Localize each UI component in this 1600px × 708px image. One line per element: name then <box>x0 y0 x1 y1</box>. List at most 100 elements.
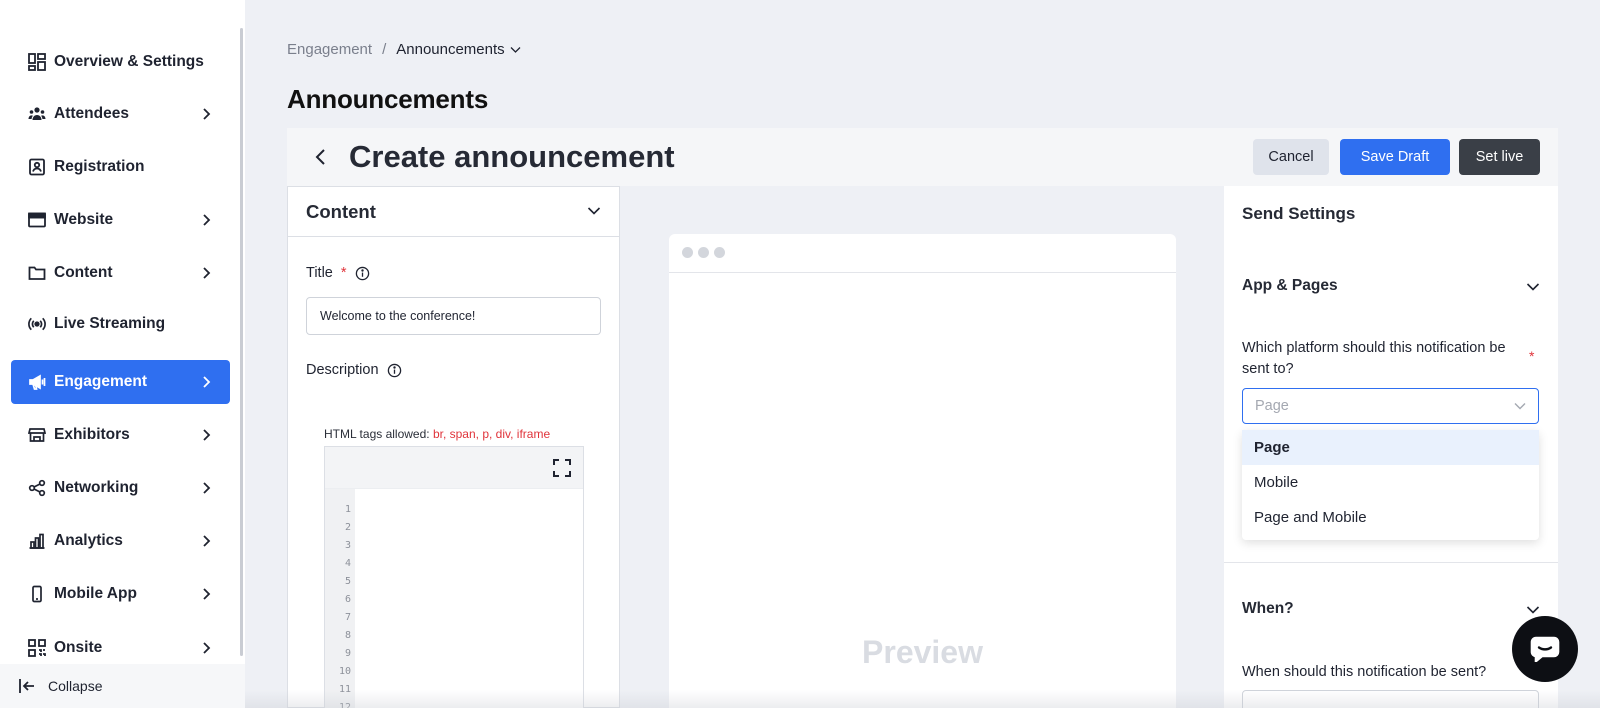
platform-question: Which platform should this notification … <box>1242 340 1506 377</box>
preview-frame: Preview <box>669 234 1176 708</box>
chevron-right-icon <box>203 267 211 279</box>
chevron-right-icon <box>203 482 211 494</box>
info-icon[interactable] <box>355 266 370 281</box>
sidebar-item-label: Registration <box>54 158 145 175</box>
sidebar: Overview & Settings Attendees Registrati… <box>0 0 245 708</box>
window-dot <box>714 247 725 258</box>
sidebar-item-label: Engagement <box>54 373 148 390</box>
badge-icon <box>27 157 47 177</box>
collapse-label: Collapse <box>48 678 103 694</box>
sidebar-item-content[interactable]: Content <box>11 251 230 295</box>
when-question: When should this notification be sent? <box>1242 664 1487 680</box>
chevron-right-icon <box>203 108 211 120</box>
divider <box>1224 562 1558 563</box>
html-tags-hint: HTML tags allowed: br, span, p, div, ifr… <box>324 427 550 441</box>
chevron-right-icon <box>203 214 211 226</box>
editor-header: Create announcement Cancel Save Draft Se… <box>287 128 1558 186</box>
save-draft-button[interactable]: Save Draft <box>1340 139 1450 175</box>
content-section-header[interactable]: Content <box>288 187 619 237</box>
html-hint-prefix: HTML tags allowed: <box>324 427 430 441</box>
editor-toolbar <box>325 447 583 489</box>
window-dot <box>682 247 693 258</box>
sidebar-item-label: Live Streaming <box>54 315 166 332</box>
platform-select[interactable]: Page <box>1242 388 1539 424</box>
platform-option-page[interactable]: Page <box>1242 430 1539 465</box>
sidebar-item-analytics[interactable]: Analytics <box>11 519 230 563</box>
chevron-right-icon <box>203 429 211 441</box>
sidebar-item-attendees[interactable]: Attendees <box>11 92 230 136</box>
required-mark: * <box>340 265 347 281</box>
bar-chart-icon <box>27 531 47 551</box>
sidebar-item-mobile-app[interactable]: Mobile App <box>11 572 230 616</box>
when-heading[interactable]: When? <box>1242 600 1294 618</box>
breadcrumb: Engagement / Announcements <box>287 41 521 58</box>
phone-icon <box>27 584 47 604</box>
back-arrow-icon[interactable] <box>311 146 331 168</box>
sidebar-item-label: Networking <box>54 479 139 496</box>
platform-select-placeholder: Page <box>1255 398 1289 414</box>
cancel-button[interactable]: Cancel <box>1253 139 1329 175</box>
platform-option-page-and-mobile[interactable]: Page and Mobile <box>1242 500 1539 535</box>
sidebar-item-live-streaming[interactable]: Live Streaming <box>11 302 230 346</box>
platform-option-mobile[interactable]: Mobile <box>1242 465 1539 500</box>
preview-window-bar <box>669 234 1176 273</box>
sidebar-item-networking[interactable]: Networking <box>11 466 230 510</box>
chevron-right-icon <box>203 588 211 600</box>
breadcrumb-parent[interactable]: Engagement <box>287 41 372 58</box>
when-select[interactable] <box>1242 690 1539 708</box>
chat-bubble-icon <box>1530 636 1560 662</box>
line-number: 7 <box>344 612 351 623</box>
sidebar-scrollbar[interactable] <box>240 28 243 656</box>
content-heading: Content <box>306 200 376 222</box>
title-label: Title <box>306 265 333 281</box>
chevron-down-icon[interactable] <box>510 46 521 54</box>
line-number: 12 <box>338 702 351 708</box>
app-pages-heading[interactable]: App & Pages <box>1242 277 1338 295</box>
breadcrumb-current[interactable]: Announcements <box>396 41 504 58</box>
chevron-down-icon[interactable] <box>1526 605 1540 615</box>
share-nodes-icon <box>27 478 47 498</box>
sidebar-item-overview-settings[interactable]: Overview & Settings <box>11 40 230 84</box>
chat-launcher-button[interactable] <box>1512 616 1578 682</box>
qr-grid-icon <box>27 638 47 658</box>
send-settings-title: Send Settings <box>1242 204 1356 223</box>
chevron-right-icon <box>203 535 211 547</box>
sidebar-item-engagement[interactable]: Engagement <box>11 360 230 404</box>
description-label: Description <box>306 362 379 378</box>
line-number: 9 <box>344 648 351 659</box>
sidebar-item-label: Exhibitors <box>54 426 130 443</box>
line-number: 1 <box>344 504 351 515</box>
content-panel: Content Title * Welcome to the conferenc… <box>287 186 620 708</box>
code-editor[interactable]: 1 2 3 4 5 6 7 8 9 10 11 12 <box>324 446 584 708</box>
broadcast-icon <box>27 314 47 334</box>
set-live-button[interactable]: Set live <box>1459 139 1540 175</box>
sidebar-item-label: Onsite <box>54 639 103 656</box>
sidebar-item-label: Content <box>54 264 113 281</box>
megaphone-icon <box>27 372 47 392</box>
sidebar-item-label: Attendees <box>54 105 129 122</box>
line-number: 2 <box>344 522 351 533</box>
info-icon[interactable] <box>387 363 402 378</box>
store-icon <box>27 425 47 445</box>
people-icon <box>27 104 47 124</box>
sidebar-item-label: Mobile App <box>54 585 137 602</box>
title-input[interactable]: Welcome to the conference! <box>306 297 601 335</box>
line-number-gutter: 1 2 3 4 5 6 7 8 9 10 11 12 <box>325 489 355 708</box>
html-hint-tags: br, span, p, div, iframe <box>432 427 551 441</box>
line-number: 6 <box>344 594 351 605</box>
required-mark: * <box>1529 348 1535 364</box>
send-settings-panel: Send Settings App & Pages Which platform… <box>1224 186 1558 708</box>
code-text-area[interactable] <box>355 489 583 708</box>
platform-dropdown: Page Mobile Page and Mobile <box>1242 430 1539 540</box>
sidebar-item-exhibitors[interactable]: Exhibitors <box>11 413 230 457</box>
chevron-right-icon <box>203 642 211 654</box>
chevron-down-icon[interactable] <box>1526 282 1540 292</box>
page-title: Announcements <box>287 84 489 114</box>
breadcrumb-separator: / <box>382 41 387 58</box>
sidebar-item-label: Analytics <box>54 532 123 549</box>
sidebar-item-registration[interactable]: Registration <box>11 145 230 189</box>
collapse-button[interactable]: Collapse <box>0 664 245 708</box>
sidebar-item-website[interactable]: Website <box>11 198 230 242</box>
browser-icon <box>27 210 47 230</box>
fullscreen-icon[interactable] <box>553 459 571 477</box>
